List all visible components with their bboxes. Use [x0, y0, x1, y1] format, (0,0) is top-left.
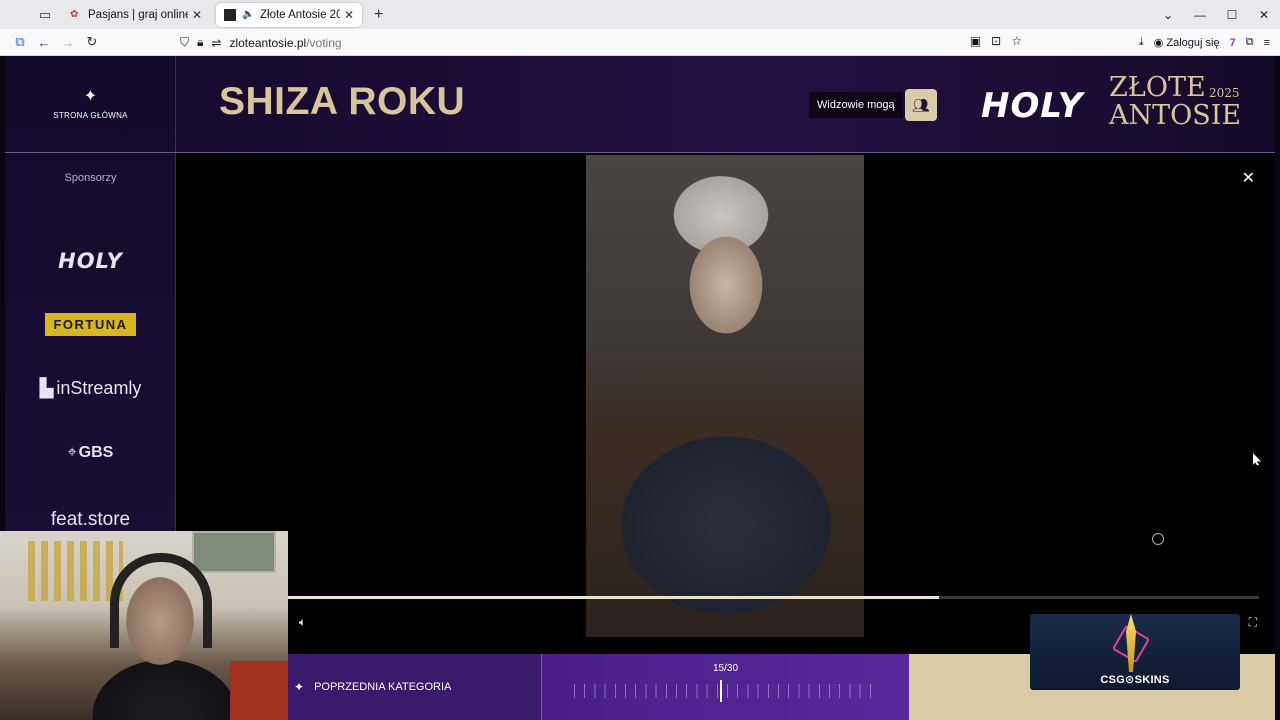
- menu-icon[interactable]: ≡: [1264, 37, 1270, 49]
- chair: [230, 661, 288, 720]
- url-path: /voting: [306, 35, 342, 50]
- category-ticks[interactable]: [574, 684, 879, 698]
- navbar-right: ⤓ ◉ Zaloguj się 7 ⧉ ≡: [1139, 29, 1270, 56]
- tab-zlote-antosie[interactable]: 🔈 Złote Antosie 2025 - Najwi ✕: [216, 3, 362, 27]
- close-tab-icon[interactable]: ✕: [192, 8, 202, 22]
- shield-icon[interactable]: ⛉: [180, 35, 189, 50]
- current-category-marker: [720, 680, 722, 702]
- pasjans-favicon-icon: ✿: [70, 9, 79, 20]
- sponsor-gbs-label: GBS: [78, 444, 114, 461]
- new-tab-icon[interactable]: +: [374, 6, 383, 24]
- headset: [110, 553, 212, 648]
- volume-icon[interactable]: 🔈︎: [299, 615, 306, 630]
- brand-antosie: ANTOSIE: [1109, 100, 1242, 131]
- speaker-icon[interactable]: 🔈: [242, 9, 254, 21]
- instreamly-icon: ▙: [39, 377, 54, 398]
- sponsor-holy-logo[interactable]: HOLY: [5, 246, 176, 276]
- trophies: [28, 541, 123, 601]
- brand-holy: HOLY: [981, 86, 1084, 126]
- previous-category-button[interactable]: ✦ POPRZEDNIA KATEGORIA: [288, 654, 542, 720]
- login-label: Zaloguj się: [1166, 37, 1220, 49]
- sponsor-instreamly-logo[interactable]: ▙ inStreamly: [5, 376, 176, 400]
- brand-year: 2025: [1209, 86, 1240, 100]
- address-bar[interactable]: ⛉ 🔒︎ ⇌ zloteantosie.pl/voting ▣ ⊡ ☆: [180, 32, 1030, 53]
- extensions-icon[interactable]: ⧉: [1246, 36, 1254, 49]
- reload-icon[interactable]: ↻: [80, 34, 104, 50]
- category-title: SHIZA ROKU: [219, 80, 466, 123]
- viewers-label: Widzowie mogą: [809, 92, 903, 118]
- home-label: STRONA GŁÓWNA: [53, 110, 128, 120]
- star-icon: ✦: [83, 87, 98, 105]
- header: SHIZA ROKU Widzowie mogą 👥︎ HOLY ZŁOTE AN…: [176, 56, 1275, 153]
- tab-title: Pasjans | graj online: [88, 9, 188, 21]
- fullscreen-icon[interactable]: ⛶: [1249, 615, 1257, 630]
- star-icon: ✦: [294, 680, 305, 694]
- users-icon[interactable]: 👥︎: [904, 89, 937, 121]
- site-favicon-icon: [224, 9, 236, 21]
- close-tab-icon[interactable]: ✕: [344, 8, 354, 22]
- webcam-overlay: [0, 531, 288, 720]
- back-icon[interactable]: ←: [32, 35, 56, 50]
- forward-icon[interactable]: →: [56, 35, 80, 50]
- sponsor-fortuna-logo[interactable]: FORTUNA: [5, 312, 176, 336]
- minimize-icon[interactable]: —: [1184, 8, 1216, 22]
- browser-navbar: ⧉ ← → ↻ ⛉ 🔒︎ ⇌ zloteantosie.pl/voting ▣ …: [0, 29, 1280, 56]
- account-button[interactable]: ◉ Zaloguj się: [1154, 36, 1220, 49]
- csgo-skins-ad[interactable]: CSG⊙SKINS: [1030, 614, 1240, 690]
- chevron-down-icon[interactable]: ⌄: [1152, 8, 1184, 22]
- category-counter: 15/30: [712, 663, 739, 674]
- close-icon[interactable]: ✕: [1242, 168, 1255, 188]
- brand-logo: HOLY ZŁOTE ANTOSIE 2025: [981, 74, 1241, 134]
- downloads-icon[interactable]: ⤓: [1139, 36, 1144, 49]
- video-progress-bar[interactable]: [288, 596, 1259, 599]
- tab-pasjans[interactable]: ✿ Pasjans | graj online ✕: [62, 3, 210, 27]
- lock-icon[interactable]: 🔒︎: [197, 35, 203, 50]
- tab-list-icon[interactable]: ▭: [34, 4, 56, 26]
- sponsor-fortuna-label: FORTUNA: [45, 312, 136, 336]
- brand-zlote: ZŁOTE: [1109, 72, 1206, 103]
- close-window-icon[interactable]: ✕: [1248, 8, 1280, 22]
- url-domain: zloteantosie.pl: [229, 35, 307, 50]
- sponsor-gbs-logo[interactable]: ⌖ GBS: [5, 441, 176, 465]
- extension-icon[interactable]: 7: [1230, 37, 1236, 49]
- video-progress-fill: [288, 596, 939, 599]
- loading-spinner-icon: [1152, 533, 1164, 545]
- viewers-badge: Widzowie mogą 👥︎: [809, 89, 937, 121]
- save-page-icon[interactable]: ⊡: [991, 34, 1001, 48]
- maximize-icon[interactable]: ☐: [1216, 8, 1248, 22]
- account-icon: ◉: [1153, 37, 1164, 49]
- sponsor-featstore-logo[interactable]: feat.store: [5, 508, 176, 532]
- knife-icon: [1126, 614, 1136, 672]
- sidebar-toggle-icon[interactable]: ⧉: [8, 34, 32, 50]
- previous-category-label: POPRZEDNIA KATEGORIA: [314, 681, 452, 693]
- home-link[interactable]: ✦ STRONA GŁÓWNA: [5, 56, 176, 153]
- video-frame: [586, 155, 864, 637]
- sponsor-instreamly-label: inStreamly: [56, 377, 142, 398]
- window-controls: ⌄ — ☐ ✕: [1152, 0, 1280, 29]
- browser-tabbar: ▭ ✿ Pasjans | graj online ✕ 🔈 Złote Anto…: [0, 0, 1280, 29]
- category-progress: 15/30: [542, 654, 909, 720]
- tab-title: Złote Antosie 2025 - Najwi: [260, 9, 340, 21]
- bookmark-star-icon[interactable]: ☆: [1011, 34, 1022, 48]
- permissions-icon[interactable]: ⇌: [211, 36, 221, 50]
- sponsors-title: Sponsorzy: [64, 172, 117, 184]
- brand-title: ZŁOTE ANTOSIE: [1109, 74, 1241, 130]
- crosshair-icon: ⌖: [67, 444, 77, 461]
- wall-picture: [192, 531, 276, 573]
- picture-in-picture-icon[interactable]: ▣: [970, 34, 981, 48]
- ad-label: CSG⊙SKINS: [1100, 674, 1170, 686]
